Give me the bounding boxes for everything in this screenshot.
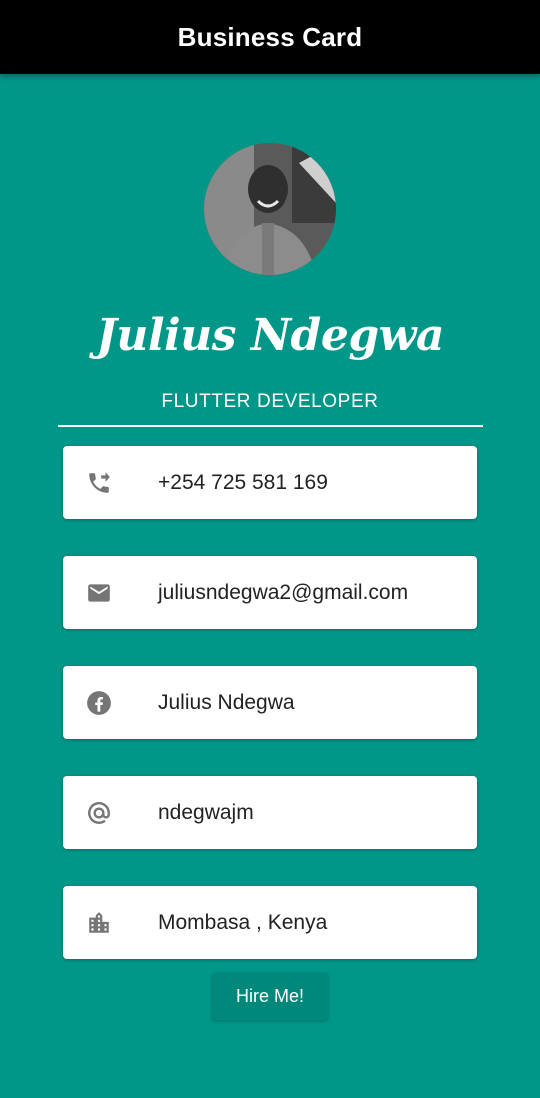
location-city-icon [86,910,112,936]
app-bar: Business Card [0,0,540,74]
facebook-icon [86,690,112,716]
contact-email-label: juliusndegwa2@gmail.com [158,581,409,604]
avatar [204,143,336,275]
profile-role: FLUTTER DEVELOPER [161,391,379,412]
phone-forwarded-icon [86,470,112,496]
contact-username-label: ndegwajm [158,801,254,824]
contact-card-phone[interactable]: +254 725 581 169 [63,446,477,519]
contact-location-label: Mombasa , Kenya [158,911,328,934]
contact-card-facebook[interactable]: Julius Ndegwa [63,666,477,739]
at-sign-icon [86,800,112,826]
contact-card-email[interactable]: juliusndegwa2@gmail.com [63,556,477,629]
divider [58,425,483,427]
contact-phone-label: +254 725 581 169 [158,471,328,494]
app-bar-title: Business Card [177,21,363,52]
contact-card-location[interactable]: Mombasa , Kenya [63,886,477,959]
email-icon [86,580,112,606]
contact-card-username[interactable]: ndegwajm [63,776,477,849]
contact-facebook-label: Julius Ndegwa [158,691,295,714]
hire-me-button[interactable]: Hire Me! [212,973,328,1020]
profile-name: Julius Ndegwa [96,310,444,361]
